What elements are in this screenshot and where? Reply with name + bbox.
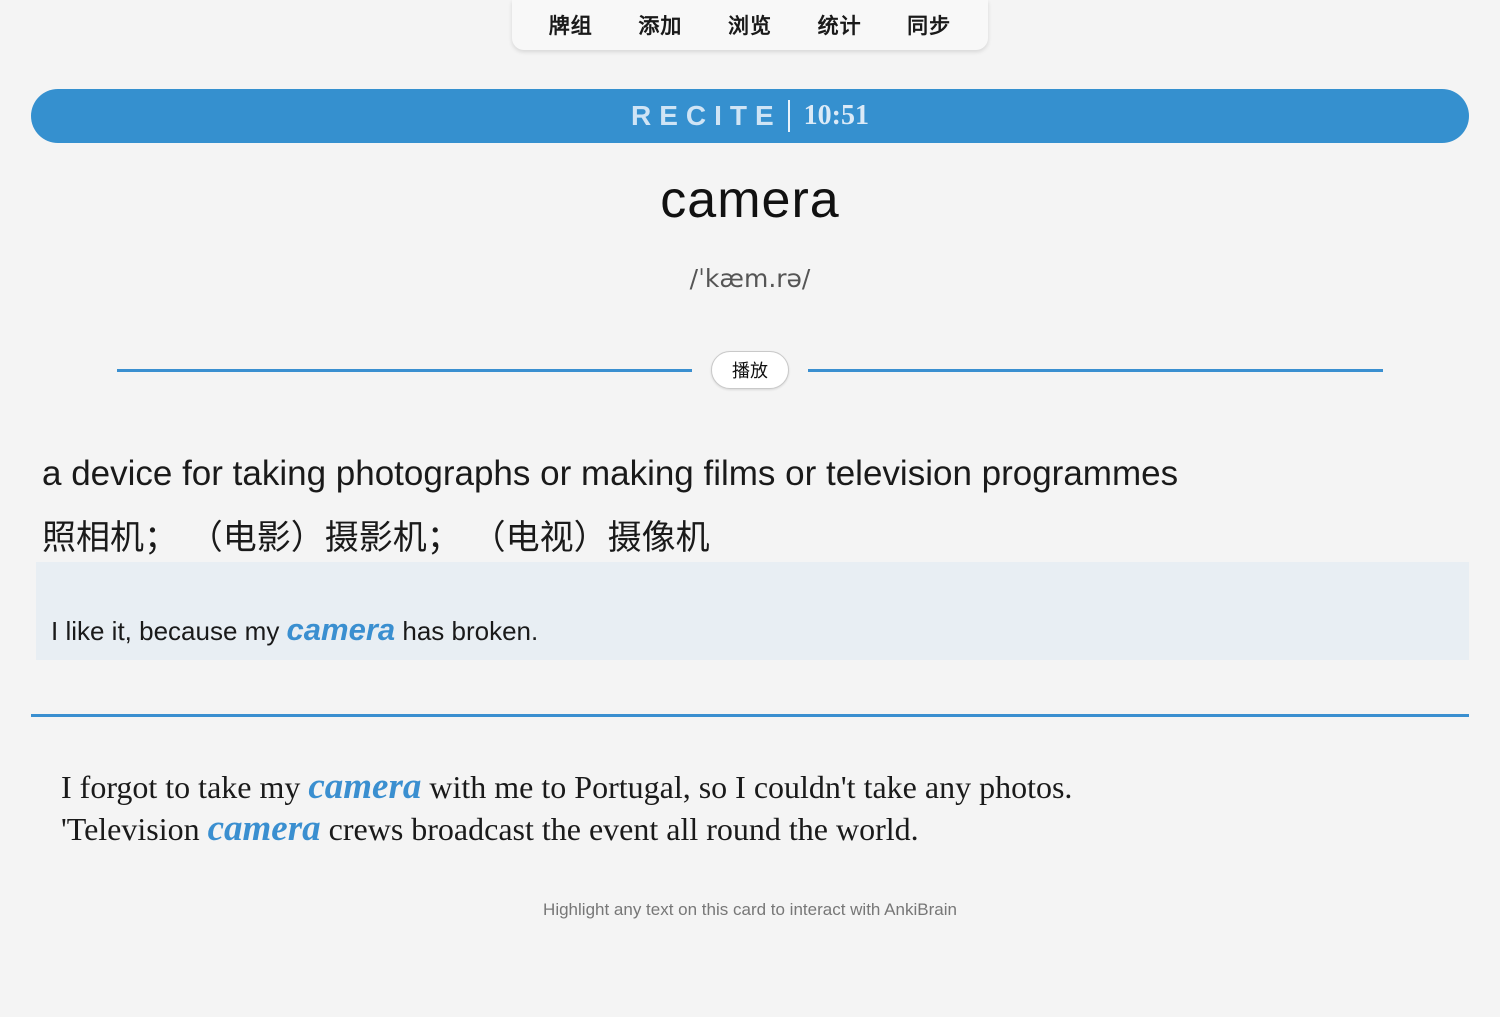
example-2-before: 'Television <box>61 811 208 847</box>
recite-bar: RECITE 10:51 <box>31 89 1469 143</box>
example-text-before: I like it, because my <box>51 616 287 646</box>
card-word: camera <box>660 171 840 229</box>
play-audio-button[interactable]: 播放 <box>711 351 789 389</box>
example-sentence-2: 'Television camera crews broadcast the e… <box>61 808 1072 850</box>
example-1-after: with me to Portugal, so I couldn't take … <box>421 769 1073 805</box>
section-divider <box>31 714 1469 717</box>
example-sentence-1: I forgot to take my camera with me to Po… <box>61 766 1072 808</box>
ankibrain-hint: Highlight any text on this card to inter… <box>543 900 957 919</box>
example-box: I like it, because my camera has broken. <box>36 562 1469 660</box>
nav-item-decks[interactable]: 牌组 <box>549 10 593 40</box>
nav-item-add[interactable]: 添加 <box>638 10 682 40</box>
card-phonetic: /ˈkæm.rə/ <box>689 264 811 293</box>
divider-right <box>808 369 1383 372</box>
nav-item-stats[interactable]: 统计 <box>818 10 862 40</box>
example-2-after: crews broadcast the event all round the … <box>320 811 919 847</box>
recite-timer: 10:51 <box>803 100 869 131</box>
nav-item-sync[interactable]: 同步 <box>907 10 951 40</box>
example-2-highlight: camera <box>207 808 321 849</box>
definition-english: a device for taking photographs or makin… <box>42 454 1179 493</box>
example-sentence: I like it, because my camera has broken. <box>51 612 538 648</box>
recite-label: RECITE <box>630 100 782 131</box>
example-text-after: has broken. <box>395 616 539 646</box>
example-1-before: I forgot to take my <box>61 769 309 805</box>
nav-item-browse[interactable]: 浏览 <box>728 10 772 40</box>
example-highlight-word: camera <box>286 612 396 647</box>
recite-separator <box>787 100 790 132</box>
definition-chinese: 照相机； （电影）摄影机； （电视）摄像机 <box>42 518 710 558</box>
divider-left <box>117 369 692 372</box>
more-examples: I forgot to take my camera with me to Po… <box>61 766 1072 850</box>
example-1-highlight: camera <box>308 766 422 807</box>
top-nav: 牌组 添加 浏览 统计 同步 <box>512 0 988 50</box>
